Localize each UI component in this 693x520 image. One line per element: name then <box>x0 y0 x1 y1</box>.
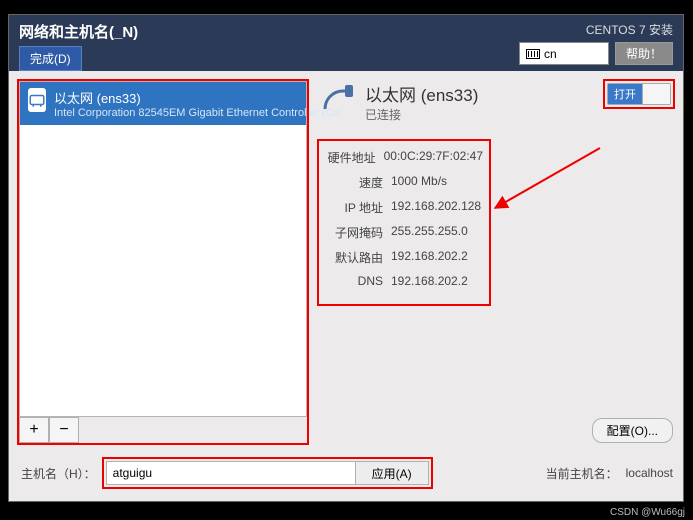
mask-value: 255.255.255.0 <box>391 224 483 241</box>
speed-label: 速度 <box>321 174 383 191</box>
nic-desc: Intel Corporation 82545EM Gigabit Ethern… <box>54 107 340 119</box>
current-hostname-value: localhost <box>626 466 673 480</box>
nic-item-ens33[interactable]: 以太网 (ens33) Intel Corporation 82545EM Gi… <box>20 82 306 125</box>
keyboard-icon <box>526 49 540 59</box>
main-row: 以太网 (ens33) Intel Corporation 82545EM Gi… <box>19 81 673 443</box>
detail-row-dns: DNS 192.168.202.2 <box>321 274 483 288</box>
connection-text: 以太网 (ens33) 已连接 <box>365 81 478 123</box>
detail-row-speed: 速度 1000 Mb/s <box>321 174 483 191</box>
detail-row-route: 默认路由 192.168.202.2 <box>321 249 483 266</box>
hostname-row: 主机名（H）： 应用(A) 当前主机名： localhost <box>19 443 673 501</box>
keyboard-layout-indicator[interactable]: cn <box>519 42 609 65</box>
detail-row-mask: 子网掩码 255.255.255.0 <box>321 224 483 241</box>
keyboard-layout-text: cn <box>544 47 557 61</box>
toggle-on-label: 打开 <box>608 84 642 104</box>
nic-column: 以太网 (ens33) Intel Corporation 82545EM Gi… <box>19 81 307 443</box>
hw-label: 硬件地址 <box>321 149 376 166</box>
connection-toggle-highlight: 打开 <box>605 81 673 107</box>
connection-toggle[interactable]: 打开 <box>607 83 671 105</box>
apply-hostname-button[interactable]: 应用(A) <box>355 461 429 485</box>
connection-title: 以太网 (ens33) <box>365 81 478 106</box>
ip-label: IP 地址 <box>321 199 383 216</box>
connection-details-column: 以太网 (ens33) 已连接 打开 硬件地址 00:0C:29:7F:02:4… <box>319 81 673 443</box>
detail-row-ip: IP 地址 192.168.202.128 <box>321 199 483 216</box>
hostname-input[interactable] <box>106 461 356 485</box>
connection-status: 已连接 <box>365 106 478 123</box>
ip-value: 192.168.202.128 <box>391 199 483 216</box>
toggle-knob <box>642 84 670 104</box>
page-title: 网络和主机名(_N) <box>19 21 138 42</box>
remove-nic-button[interactable]: − <box>49 417 79 443</box>
nic-text: 以太网 (ens33) Intel Corporation 82545EM Gi… <box>54 88 340 119</box>
nic-add-remove-row: + − <box>19 417 307 443</box>
nic-name: 以太网 (ens33) <box>54 88 340 107</box>
done-button[interactable]: 完成(D) <box>19 46 82 71</box>
detail-row-hw: 硬件地址 00:0C:29:7F:02:47 <box>321 149 483 166</box>
install-label: CENTOS 7 安装 <box>586 21 673 38</box>
route-label: 默认路由 <box>321 249 383 266</box>
nic-list: 以太网 (ens33) Intel Corporation 82545EM Gi… <box>19 81 307 417</box>
ethernet-plug-icon <box>319 81 355 122</box>
header-right: CENTOS 7 安装 cn 帮助！ <box>519 21 673 65</box>
ethernet-icon <box>28 88 46 112</box>
current-hostname-label: 当前主机名： <box>546 465 618 482</box>
dns-label: DNS <box>321 274 383 288</box>
body: 以太网 (ens33) Intel Corporation 82545EM Gi… <box>9 71 683 501</box>
add-nic-button[interactable]: + <box>19 417 49 443</box>
configure-button[interactable]: 配置(O)... <box>592 418 673 443</box>
dns-value: 192.168.202.2 <box>391 274 483 288</box>
header-bar: 网络和主机名(_N) 完成(D) CENTOS 7 安装 cn 帮助！ <box>9 15 683 71</box>
mask-label: 子网掩码 <box>321 224 383 241</box>
hw-value: 00:0C:29:7F:02:47 <box>384 149 483 166</box>
header-left: 网络和主机名(_N) 完成(D) <box>19 21 138 71</box>
watermark: CSDN @Wu66gj <box>610 507 685 518</box>
help-button[interactable]: 帮助！ <box>615 42 673 65</box>
route-value: 192.168.202.2 <box>391 249 483 266</box>
hostname-field-label: 主机名（H）： <box>21 465 96 482</box>
connection-details-box: 硬件地址 00:0C:29:7F:02:47 速度 1000 Mb/s IP 地… <box>319 141 489 304</box>
hostname-input-highlight: 应用(A) <box>104 459 431 487</box>
speed-value: 1000 Mb/s <box>391 174 483 191</box>
network-hostname-window: 网络和主机名(_N) 完成(D) CENTOS 7 安装 cn 帮助！ <box>8 14 684 502</box>
